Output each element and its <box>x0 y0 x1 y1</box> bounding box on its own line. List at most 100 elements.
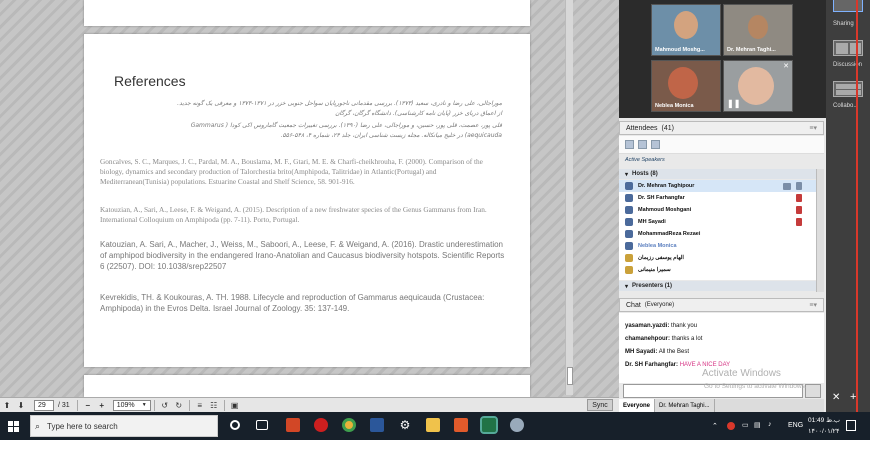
breakout-icon[interactable] <box>651 140 660 149</box>
chat-user: MH Sayadi: <box>625 349 658 355</box>
file-explorer-icon[interactable] <box>426 418 440 432</box>
chat-message: chamanehpour: thanks a lot <box>625 336 702 342</box>
tray-app-icon[interactable] <box>727 422 735 430</box>
rotate-left-icon[interactable]: ↺ <box>158 399 172 411</box>
chat-tab-private[interactable]: Dr. Mehran Taghi... <box>655 399 715 412</box>
attendee-row[interactable]: MH Sayadi <box>619 216 816 228</box>
close-icon[interactable]: ✕ <box>783 62 789 70</box>
zoom-in-icon[interactable]: + <box>95 399 109 411</box>
network-icon[interactable]: ▤ <box>754 421 761 429</box>
powerpoint-icon[interactable] <box>286 418 300 432</box>
attendee-row[interactable]: MohammadReza Rezaei <box>619 228 816 240</box>
document-viewer[interactable]: References موراجالی، علی رضا و نادری، سع… <box>0 0 619 412</box>
menu-icon[interactable]: ≡▾ <box>809 124 817 132</box>
user-icon <box>625 254 633 262</box>
video-tile[interactable]: Mahmoud Moshg... <box>651 4 721 56</box>
persian-reference-line: موراجالی، علی رضا و نادری، سعید (۱۳۷۳). … <box>177 100 502 107</box>
microphone-muted-icon <box>796 194 802 202</box>
cortana-icon[interactable] <box>230 420 240 430</box>
fit-page-icon[interactable]: ☷ <box>207 399 221 411</box>
attendee-row[interactable]: Dr. SH Farhangfar <box>619 192 816 204</box>
divider <box>188 399 190 411</box>
fit-width-icon[interactable]: ≡ <box>193 399 207 411</box>
zoom-value: 109% <box>116 401 135 409</box>
pause-icon[interactable]: ❚❚ <box>727 99 740 108</box>
list-view-icon[interactable] <box>625 140 634 149</box>
clock-time[interactable]: 01:49 ب.ظ <box>808 416 840 424</box>
hosts-group-header[interactable]: ▾ Hosts (8) <box>619 169 816 179</box>
connect-icon[interactable] <box>510 418 524 432</box>
reference-entry: Katouzian, A., Sari, A., Leese, F. & Wei… <box>100 205 487 224</box>
video-tile[interactable]: Dr. Mehran Taghi... <box>723 4 793 56</box>
active-speakers-label[interactable]: Active Speakers <box>625 157 665 163</box>
pdf-page-previous <box>84 0 530 26</box>
rotate-right-icon[interactable]: ↻ <box>172 399 186 411</box>
close-icon[interactable]: ✕ <box>832 392 840 403</box>
video-name: Dr. Mehran Taghi... <box>727 47 776 53</box>
presenter-view-icon[interactable]: ▣ <box>228 399 242 411</box>
windows-start-icon[interactable] <box>8 420 20 432</box>
screen: References موراجالی، علی رضا و نادری، سع… <box>0 0 870 460</box>
attendee-name: MohammadReza Rezaei <box>638 231 701 237</box>
divider <box>223 399 225 411</box>
video-tile[interactable]: ✕ ❚❚ <box>723 60 793 112</box>
pdf-toolbar: ⬆ ⬇ 29 / 31 − + 109% ▼ ↺ ↻ ≡ ☷ ▣ Sync <box>0 397 619 412</box>
attendee-row[interactable]: الهام یوسفی رزیمان <box>619 252 816 264</box>
arrow-up-icon[interactable]: ⬆ <box>0 399 14 411</box>
scrollbar-thumb[interactable] <box>567 367 573 385</box>
tray-chevron-icon[interactable]: ⌃ <box>712 422 718 430</box>
attendee-row[interactable]: Mahmoud Moshgani <box>619 204 816 216</box>
language-indicator[interactable]: ENG <box>788 422 803 429</box>
layout-bar: Sharing Discussion Collabo... ✕ + <box>826 0 870 412</box>
notification-icon[interactable] <box>846 420 856 431</box>
layout-collaboration[interactable] <box>833 81 863 97</box>
task-view-icon[interactable] <box>256 420 268 430</box>
sync-button[interactable]: Sync <box>587 399 613 411</box>
chevron-down-icon: ▼ <box>141 402 147 408</box>
page-number-input[interactable]: 29 <box>34 399 54 411</box>
pdf-page-current: References موراجالی، علی رضا و نادری، سع… <box>84 34 530 367</box>
microphone-muted-icon <box>796 218 802 226</box>
persian-reference-line: قلی پور، عصمت، قلی پور، حسین، و موراجالی… <box>190 122 502 129</box>
menu-icon[interactable]: ≡▾ <box>809 301 817 309</box>
chrome-icon[interactable] <box>342 418 356 432</box>
attendee-row[interactable]: Dr. Mehran Taghipour <box>619 180 816 192</box>
presenters-group-header[interactable]: ▾ Presenters (1) <box>619 281 816 291</box>
arrow-down-icon[interactable]: ⬇ <box>14 399 28 411</box>
battery-icon[interactable]: ▭ <box>742 421 749 429</box>
attendee-row[interactable]: Neblea Monica <box>619 240 816 252</box>
volume-icon[interactable]: ♪ <box>768 421 772 428</box>
attendee-scrollbar[interactable] <box>816 169 824 292</box>
search-placeholder: Type here to search <box>47 421 118 431</box>
clock-date[interactable]: ۱۴۰۰/۰۱/۲۴ <box>808 427 840 435</box>
user-icon <box>625 218 633 226</box>
video-name: Neblea Monica <box>655 103 694 109</box>
send-icon[interactable] <box>805 384 821 398</box>
opera-icon[interactable] <box>314 418 328 432</box>
chat-user: Dr. SH Farhangfar: <box>625 362 679 368</box>
expand-icon[interactable] <box>638 140 647 149</box>
word-icon[interactable] <box>370 418 384 432</box>
attendee-name: سمیرا منیمانی <box>638 267 671 273</box>
chat-tabs: Everyone Dr. Mehran Taghi... <box>619 399 824 412</box>
activation-watermark: Activate Windows <box>702 368 781 379</box>
collapse-icon: ▾ <box>625 171 629 178</box>
video-name: Mahmoud Moshg... <box>655 47 705 53</box>
chat-text: thank you <box>671 323 698 329</box>
meeting-panels: Mahmoud Moshg... Dr. Mehran Taghi... Neb… <box>619 0 826 412</box>
zoom-out-icon[interactable]: − <box>81 399 95 411</box>
taskbar-search[interactable]: ⌕ Type here to search <box>30 415 218 437</box>
settings-icon[interactable]: ⚙ <box>398 418 412 432</box>
attendee-row[interactable]: سمیرا منیمانی <box>619 264 816 276</box>
adobe-icon[interactable] <box>454 418 468 432</box>
video-tile[interactable]: Neblea Monica <box>651 60 721 112</box>
layout-discussion[interactable] <box>833 40 863 56</box>
excel-icon[interactable] <box>480 416 498 434</box>
zoom-select[interactable]: 109% ▼ <box>112 399 151 411</box>
user-icon <box>625 242 633 250</box>
layout-sharing[interactable] <box>833 0 863 12</box>
annotation-line <box>856 0 858 412</box>
vertical-scrollbar[interactable] <box>565 0 573 395</box>
chat-text: All the Best <box>658 349 690 355</box>
chat-tab-everyone[interactable]: Everyone <box>619 399 656 412</box>
